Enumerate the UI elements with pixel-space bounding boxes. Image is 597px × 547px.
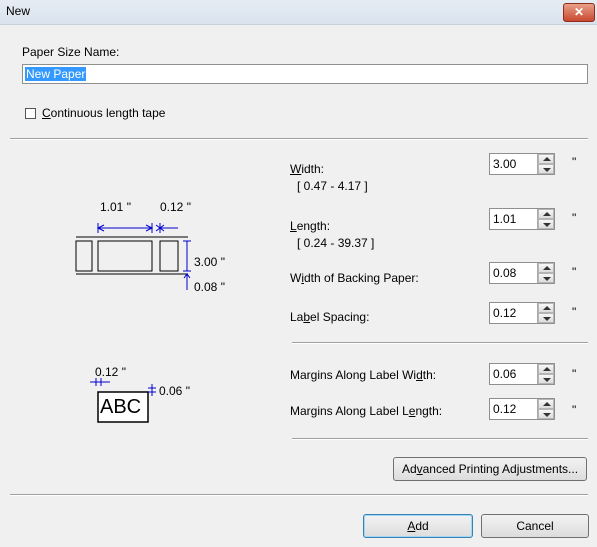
width-label: Width: bbox=[290, 162, 325, 176]
arrow-up-icon bbox=[543, 266, 551, 270]
backing-down-button[interactable] bbox=[538, 273, 554, 283]
diagram-margin-w-dim: 0.12 " bbox=[95, 365, 126, 379]
margin-length-value: 0.12 bbox=[493, 402, 517, 416]
margin-width-down-button[interactable] bbox=[538, 374, 554, 384]
length-spinner[interactable]: 1.01 bbox=[489, 208, 555, 230]
length-down-button[interactable] bbox=[538, 219, 554, 229]
arrow-up-icon bbox=[543, 157, 551, 161]
separator-fields bbox=[292, 342, 588, 344]
length-unit: " bbox=[572, 211, 577, 225]
margin-length-unit: " bbox=[572, 403, 577, 417]
diagram-spacing-dim: 0.12 " bbox=[160, 200, 191, 214]
margin-width-unit: " bbox=[572, 367, 577, 381]
add-button[interactable]: Add bbox=[363, 514, 473, 538]
diagram-margin-l-dim: 0.06 " bbox=[159, 384, 190, 398]
margin-width-value: 0.06 bbox=[493, 367, 517, 381]
arrow-up-icon bbox=[543, 402, 551, 406]
length-value: 1.01 bbox=[493, 212, 517, 226]
arrow-down-icon bbox=[543, 413, 551, 417]
spacing-value: 0.12 bbox=[493, 306, 517, 320]
arrow-down-icon bbox=[543, 168, 551, 172]
width-range: [ 0.47 - 4.17 ] bbox=[297, 179, 368, 193]
backing-unit: " bbox=[572, 265, 577, 279]
arrow-down-icon bbox=[543, 223, 551, 227]
backing-up-button[interactable] bbox=[538, 263, 554, 273]
spacing-spinner[interactable]: 0.12 bbox=[489, 302, 555, 324]
dialog-title: New bbox=[6, 4, 31, 18]
paper-size-name-label: Paper Size Name: bbox=[22, 45, 120, 59]
close-button[interactable]: ✕ bbox=[563, 3, 595, 22]
margin-width-spinner[interactable]: 0.06 bbox=[489, 363, 555, 385]
paper-size-name-input[interactable]: New Paper bbox=[22, 64, 588, 84]
spacing-down-button[interactable] bbox=[538, 313, 554, 323]
spacing-label: Label Spacing: bbox=[290, 310, 370, 324]
arrow-up-icon bbox=[543, 367, 551, 371]
separator-margins bbox=[292, 438, 588, 440]
spacing-up-button[interactable] bbox=[538, 303, 554, 313]
new-paper-dialog: New ✕ Paper Size Name: New Paper Continu… bbox=[0, 0, 597, 547]
backing-value: 0.08 bbox=[493, 266, 517, 280]
cancel-button[interactable]: Cancel bbox=[481, 514, 589, 538]
margin-length-label: Margins Along Label Length: bbox=[290, 404, 443, 418]
advanced-printing-button[interactable]: Advanced Printing Adjustments... bbox=[393, 457, 587, 481]
spacing-unit: " bbox=[572, 305, 577, 319]
margin-length-up-button[interactable] bbox=[538, 399, 554, 409]
arrow-up-icon bbox=[543, 212, 551, 216]
arrow-down-icon bbox=[543, 277, 551, 281]
separator-top bbox=[10, 138, 588, 140]
paper-size-name-value: New Paper bbox=[25, 67, 87, 81]
diagram-backing-dim: 0.08 " bbox=[194, 280, 225, 294]
length-label: Length: bbox=[290, 219, 331, 233]
width-down-button[interactable] bbox=[538, 164, 554, 174]
margin-width-up-button[interactable] bbox=[538, 364, 554, 374]
diagram-length-dim: 1.01 " bbox=[100, 200, 131, 214]
width-unit: " bbox=[572, 155, 577, 169]
margin-length-down-button[interactable] bbox=[538, 409, 554, 419]
width-value: 3.00 bbox=[493, 157, 517, 171]
margin-length-spinner[interactable]: 0.12 bbox=[489, 398, 555, 420]
diagram-width-dim: 3.00 " bbox=[194, 255, 225, 269]
continuous-length-checkbox[interactable] bbox=[25, 108, 36, 119]
width-spinner[interactable]: 3.00 bbox=[489, 153, 555, 175]
width-up-button[interactable] bbox=[538, 154, 554, 164]
arrow-up-icon bbox=[543, 306, 551, 310]
sample-text: ABC bbox=[100, 396, 142, 418]
margin-width-label: Margins Along Label Width: bbox=[290, 368, 437, 382]
title-bar: New ✕ bbox=[0, 0, 597, 25]
length-range: [ 0.24 - 39.37 ] bbox=[297, 236, 375, 250]
close-icon: ✕ bbox=[573, 5, 585, 19]
length-up-button[interactable] bbox=[538, 209, 554, 219]
backing-spinner[interactable]: 0.08 bbox=[489, 262, 555, 284]
arrow-down-icon bbox=[543, 378, 551, 382]
separator-bottom bbox=[10, 494, 588, 496]
backing-label: Width of Backing Paper: bbox=[290, 271, 419, 285]
continuous-length-label[interactable]: Continuous length tape bbox=[42, 106, 165, 120]
arrow-down-icon bbox=[543, 317, 551, 321]
